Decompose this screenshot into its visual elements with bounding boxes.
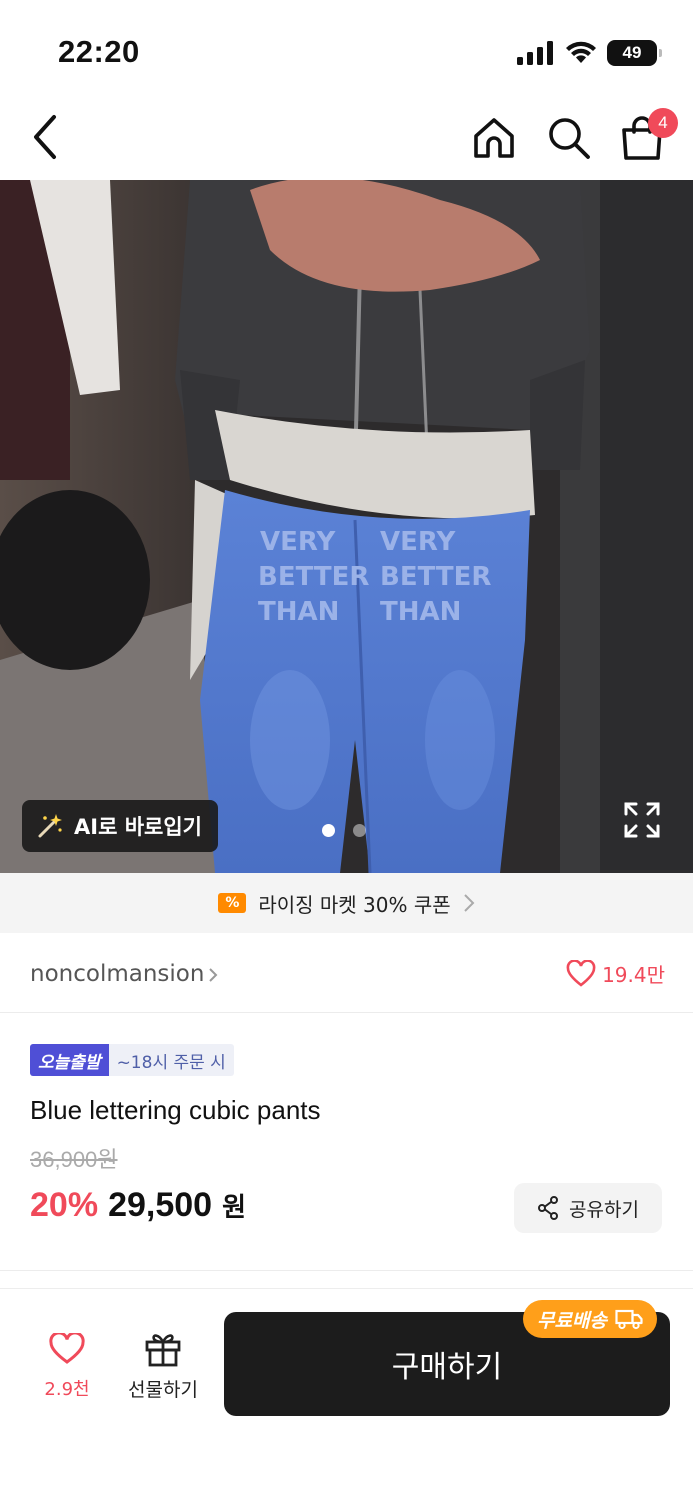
wishlist-button[interactable]: 2.9천 (24, 1333, 110, 1401)
svg-text:BETTER: BETTER (380, 562, 491, 592)
section-divider (0, 1270, 693, 1271)
delivery-tag: 오늘출발 ~18시 주문 시 (30, 1044, 234, 1076)
gift-icon (145, 1334, 181, 1367)
expand-icon[interactable] (622, 800, 662, 840)
sale-price: 29,500 (108, 1186, 213, 1224)
coupon-text: 라이징 마켓 30% 쿠폰 (258, 892, 451, 917)
brand-row: noncolmansion 19.4만 (0, 933, 693, 1013)
original-price: 36,900원 (30, 1147, 118, 1172)
back-chevron-icon[interactable] (24, 112, 68, 162)
signal-icon (517, 41, 553, 65)
price-unit: 원 (222, 1193, 246, 1223)
status-bar: 22:20 49 (0, 0, 693, 100)
carousel-dot-2[interactable] (353, 824, 366, 837)
svg-text:VERY: VERY (260, 527, 336, 557)
heart-outline-icon (49, 1333, 85, 1364)
home-icon[interactable] (470, 114, 518, 162)
share-icon (538, 1196, 559, 1220)
chevron-right-icon (463, 894, 475, 912)
cart-count-badge: 4 (648, 108, 678, 138)
price-row: 20% 29,500 원 (30, 1186, 246, 1225)
brand-chevron-right-icon (209, 968, 218, 982)
product-title: Blue lettering cubic pants (30, 1095, 321, 1125)
carousel-dot-1[interactable] (322, 824, 335, 837)
magic-wand-icon (38, 814, 62, 838)
ai-try-on-button[interactable]: AI로 바로입기 (22, 800, 218, 852)
product-photo: VERY BETTER THAN VERY BETTER THAN (0, 180, 693, 873)
today-ship-badge: 오늘출발 (30, 1044, 109, 1076)
coupon-banner[interactable]: % 라이징 마켓 30% 쿠폰 (0, 873, 693, 933)
coupon-icon: % (218, 893, 247, 913)
search-icon[interactable] (545, 114, 593, 162)
svg-text:BETTER: BETTER (258, 562, 369, 592)
discount-rate: 20% (30, 1186, 99, 1224)
ai-button-label: AI로 바로입기 (74, 815, 202, 839)
brand-name-link[interactable]: noncolmansion (30, 961, 204, 987)
battery-icon: 49 (607, 40, 662, 66)
svg-text:THAN: THAN (380, 597, 461, 627)
status-icons: 49 (517, 40, 662, 66)
share-button[interactable]: 공유하기 (514, 1183, 662, 1233)
brand-like-button[interactable]: 19.4만 (566, 959, 665, 988)
gift-label: 선물하기 (128, 1379, 198, 1401)
gift-button[interactable]: 선물하기 (118, 1331, 208, 1402)
free-shipping-label: 무료배송 (537, 1309, 607, 1332)
carousel-indicator (322, 824, 366, 837)
svg-text:THAN: THAN (258, 597, 339, 627)
status-time: 22:20 (58, 34, 140, 69)
top-nav-bar (0, 100, 693, 180)
svg-text:VERY: VERY (380, 527, 456, 557)
wifi-icon (566, 41, 596, 63)
product-image-carousel[interactable]: VERY BETTER THAN VERY BETTER THAN AI로 바로… (0, 180, 693, 873)
heart-icon (566, 959, 596, 987)
share-label: 공유하기 (569, 1198, 639, 1221)
wishlist-count: 2.9천 (44, 1379, 90, 1400)
brand-like-count: 19.4만 (602, 963, 665, 987)
order-deadline-note: ~18시 주문 시 (108, 1044, 234, 1076)
free-shipping-badge: 무료배송 (523, 1300, 657, 1338)
truck-icon (615, 1309, 643, 1330)
